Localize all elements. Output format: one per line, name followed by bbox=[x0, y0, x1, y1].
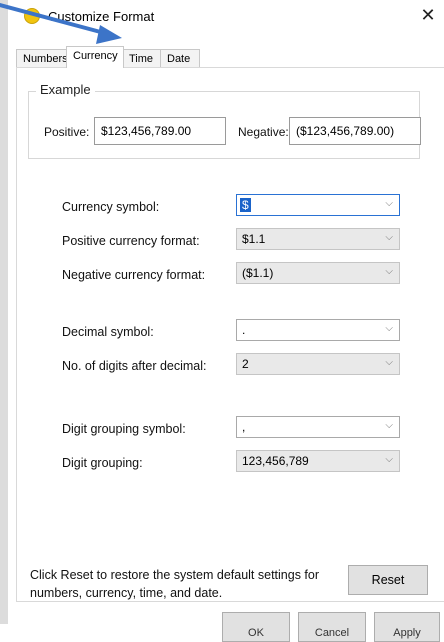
negative-label: Negative: bbox=[238, 125, 289, 139]
positive-currency-format-value: $1.1 bbox=[242, 232, 266, 246]
negative-currency-format-select[interactable]: ($1.1) ⌵ bbox=[236, 262, 400, 284]
chevron-down-icon: ⌵ bbox=[385, 266, 393, 277]
digit-grouping-symbol-value: , bbox=[242, 420, 246, 434]
digit-grouping-symbol-label: Digit grouping symbol: bbox=[62, 422, 186, 436]
cancel-button[interactable]: Cancel bbox=[298, 612, 366, 642]
positive-currency-format-select[interactable]: $1.1 ⌵ bbox=[236, 228, 400, 250]
tab-date[interactable]: Date bbox=[160, 49, 200, 67]
currency-symbol-label: Currency symbol: bbox=[62, 200, 160, 214]
apply-button[interactable]: Apply bbox=[374, 612, 440, 642]
ok-button[interactable]: OK bbox=[222, 612, 290, 642]
reset-note: Click Reset to restore the system defaul… bbox=[30, 568, 320, 600]
currency-symbol-value: $ bbox=[240, 198, 251, 212]
decimal-symbol-select[interactable]: . ⌵ bbox=[236, 319, 400, 341]
digit-grouping-value: 123,456,789 bbox=[242, 454, 309, 468]
close-icon[interactable]: ✕ bbox=[416, 4, 440, 28]
digit-grouping-symbol-select[interactable]: , ⌵ bbox=[236, 416, 400, 438]
example-legend: Example bbox=[36, 82, 95, 97]
digit-grouping-label: Digit grouping: bbox=[62, 456, 143, 470]
positive-currency-format-label: Positive currency format: bbox=[62, 234, 200, 248]
negative-currency-format-label: Negative currency format: bbox=[62, 268, 206, 282]
digit-grouping-select[interactable]: 123,456,789 ⌵ bbox=[236, 450, 400, 472]
negative-currency-format-value: ($1.1) bbox=[242, 266, 274, 280]
digits-after-decimal-label: No. of digits after decimal: bbox=[62, 359, 207, 373]
digits-after-decimal-value: 2 bbox=[242, 357, 249, 371]
digits-after-decimal-select[interactable]: 2 ⌵ bbox=[236, 353, 400, 375]
background-window-edge bbox=[0, 0, 8, 624]
chevron-down-icon: ⌵ bbox=[385, 323, 393, 334]
currency-symbol-select[interactable]: $ ⌵ bbox=[236, 194, 400, 216]
chevron-down-icon: ⌵ bbox=[385, 198, 393, 209]
chevron-down-icon: ⌵ bbox=[385, 357, 393, 368]
reset-button[interactable]: Reset bbox=[348, 565, 428, 595]
tab-currency[interactable]: Currency bbox=[66, 46, 124, 68]
chevron-down-icon: ⌵ bbox=[385, 420, 393, 431]
chevron-down-icon: ⌵ bbox=[385, 454, 393, 465]
positive-example-field: $123,456,789.00 bbox=[94, 117, 226, 145]
chevron-down-icon: ⌵ bbox=[385, 232, 393, 243]
decimal-symbol-label: Decimal symbol: bbox=[62, 325, 154, 339]
negative-example-field: ($123,456,789.00) bbox=[289, 117, 421, 145]
decimal-symbol-value: . bbox=[242, 323, 246, 337]
positive-label: Positive: bbox=[44, 125, 90, 139]
